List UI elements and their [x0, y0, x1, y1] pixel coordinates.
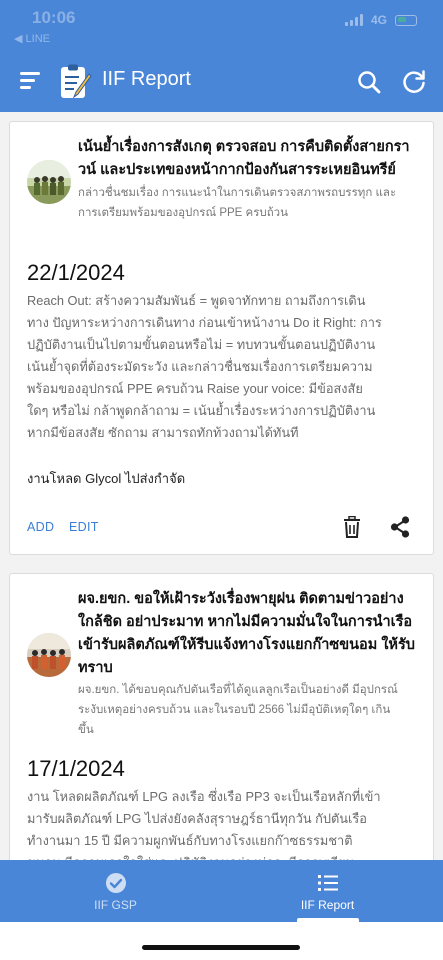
report-card[interactable]: เน้นย้ำเรื่องการสังเกตุ ตรวจสอบ การคืบติ… — [9, 121, 434, 555]
home-indicator[interactable] — [142, 945, 300, 950]
tab-label: IIF GSP — [94, 898, 137, 912]
app-title: IIF Report — [102, 68, 191, 90]
check-circle-icon — [106, 873, 126, 893]
network-type: 4G — [370, 13, 387, 27]
menu-icon[interactable] — [20, 72, 40, 90]
report-title: ผจ.ยขก. ขอให้เฝ้าระวังเรื่องพายุฝน ติดตา… — [78, 591, 415, 676]
tab-iif-report[interactable]: IIF Report — [217, 860, 438, 922]
report-body: Reach Out: สร้างความสัมพันธ์ = พูดจาทักท… — [27, 293, 382, 440]
add-button[interactable]: ADD — [27, 520, 54, 534]
avatar — [27, 160, 71, 204]
home-indicator-area — [0, 922, 443, 960]
avatar — [27, 633, 71, 677]
card-actions: ADD EDIT — [10, 516, 433, 540]
tab-label: IIF Report — [300, 898, 355, 912]
report-card[interactable]: ผจ.ยขก. ขอให้เฝ้าระวังเรื่องพายุฝน ติดตา… — [9, 573, 434, 893]
back-to-app-link[interactable]: ◀ LINE — [14, 32, 50, 45]
share-icon[interactable] — [390, 516, 410, 538]
app-bar: IIF Report — [0, 50, 443, 112]
report-date: 17/1/2024 — [27, 756, 125, 781]
report-clipboard-icon — [61, 64, 92, 99]
battery-icon — [395, 14, 417, 26]
delete-icon[interactable] — [343, 516, 361, 538]
report-date: 22/1/2024 — [27, 260, 125, 285]
status-bar: 10:06 ◀ LINE 4G — [0, 0, 443, 48]
edit-button[interactable]: EDIT — [69, 520, 99, 534]
status-indicators: 4G — [344, 13, 417, 27]
top-bar: 10:06 ◀ LINE 4G IIF Report — [0, 0, 443, 112]
search-icon[interactable] — [357, 70, 381, 94]
signal-icon — [344, 14, 363, 26]
report-subtitle: ผจ.ยขก. ได้ขอบคุณกัปตันเรือที่ได้ดูแลลูก… — [78, 684, 398, 736]
list-icon — [318, 875, 338, 891]
report-note: งานโหลด Glycol ไปส่งกำจัด — [27, 471, 186, 486]
tab-iif-gsp[interactable]: IIF GSP — [5, 860, 226, 922]
refresh-icon[interactable] — [401, 69, 427, 95]
report-subtitle: กล่าวชื่นชมเรื่อง การแนะนำในการเดินตรวจส… — [78, 187, 397, 219]
bottom-navigation: IIF GSP IIF Report — [0, 860, 443, 922]
report-title: เน้นย้ำเรื่องการสังเกตุ ตรวจสอบ การคืบติ… — [78, 139, 410, 178]
status-time: 10:06 — [32, 8, 76, 27]
